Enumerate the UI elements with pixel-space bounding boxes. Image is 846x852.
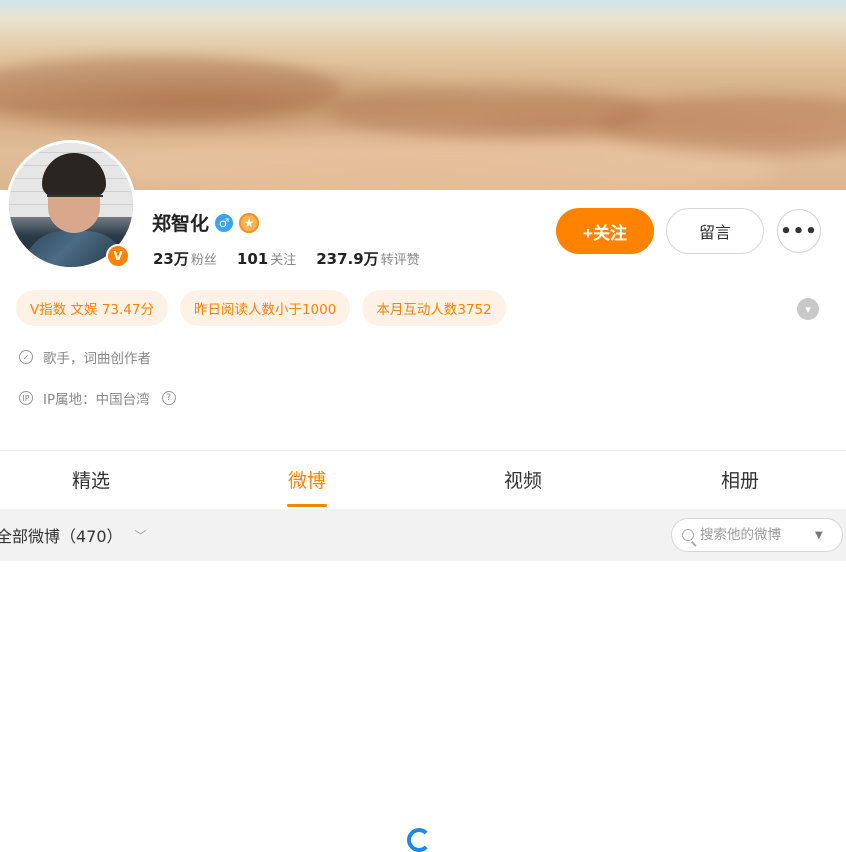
- weibo-filter-dropdown[interactable]: 全部微博（470） ﹀: [0, 509, 147, 561]
- info-profession: 歌手，词曲创作者: [43, 351, 151, 367]
- fan-medal-icon[interactable]: ★: [239, 212, 260, 233]
- message-button[interactable]: 留言: [666, 208, 764, 254]
- tab-albums[interactable]: 相册: [680, 451, 800, 508]
- tab-featured[interactable]: 精选: [31, 451, 151, 508]
- info-ip-row: IP IP属地：中国台湾 ?: [19, 388, 176, 408]
- more-dots-icon: •••: [780, 220, 818, 242]
- stat-following[interactable]: 101 关注: [237, 249, 296, 268]
- search-box[interactable]: ▼: [671, 518, 843, 552]
- tab-weibo[interactable]: 微博: [247, 451, 367, 508]
- more-options-button[interactable]: •••: [777, 209, 821, 253]
- loading-spinner-icon: [407, 828, 431, 852]
- caret-down-icon[interactable]: ▼: [815, 530, 823, 541]
- tab-videos[interactable]: 视频: [463, 451, 583, 508]
- active-tab-indicator: [287, 504, 327, 507]
- ip-location-icon: IP: [19, 391, 33, 405]
- filter-label: 全部微博（470）: [0, 527, 123, 546]
- tag-yesterday-readers[interactable]: 昨日阅读人数小于1000: [179, 290, 351, 326]
- search-input[interactable]: [700, 527, 805, 543]
- search-icon: [682, 529, 694, 541]
- filter-bar: 全部微博（470） ﹀ ▼: [0, 509, 846, 561]
- info-ip-location: IP属地：中国台湾: [43, 392, 150, 408]
- info-profession-row: ✓ 歌手，词曲创作者: [19, 347, 151, 367]
- male-gender-icon: ♂: [215, 213, 234, 232]
- verified-badge-icon: V: [106, 244, 130, 268]
- expand-chevron-icon[interactable]: ▾: [797, 298, 819, 320]
- shield-icon: ✓: [19, 350, 33, 364]
- follow-button[interactable]: +关注: [556, 208, 654, 254]
- stat-fans[interactable]: 23万 粉丝: [153, 248, 217, 269]
- profile-stats: 23万 粉丝 101 关注 237.9万 转评赞: [153, 248, 420, 269]
- profile-name-row: 郑智化 ♂ ★: [152, 209, 260, 236]
- chevron-down-icon: ﹀: [134, 528, 147, 543]
- profile-name: 郑智化: [152, 213, 210, 235]
- tag-monthly-interactions[interactable]: 本月互动人数3752: [362, 290, 506, 326]
- profile-tags: V指数 文娱 73.47分 昨日阅读人数小于1000 本月互动人数3752: [16, 290, 506, 326]
- profile-tabs: 精选 微博 视频 相册: [0, 451, 846, 508]
- help-icon[interactable]: ?: [161, 391, 176, 405]
- tag-v-index[interactable]: V指数 文娱 73.47分: [16, 290, 168, 326]
- stat-reposts-comments-likes: 237.9万 转评赞: [316, 250, 420, 268]
